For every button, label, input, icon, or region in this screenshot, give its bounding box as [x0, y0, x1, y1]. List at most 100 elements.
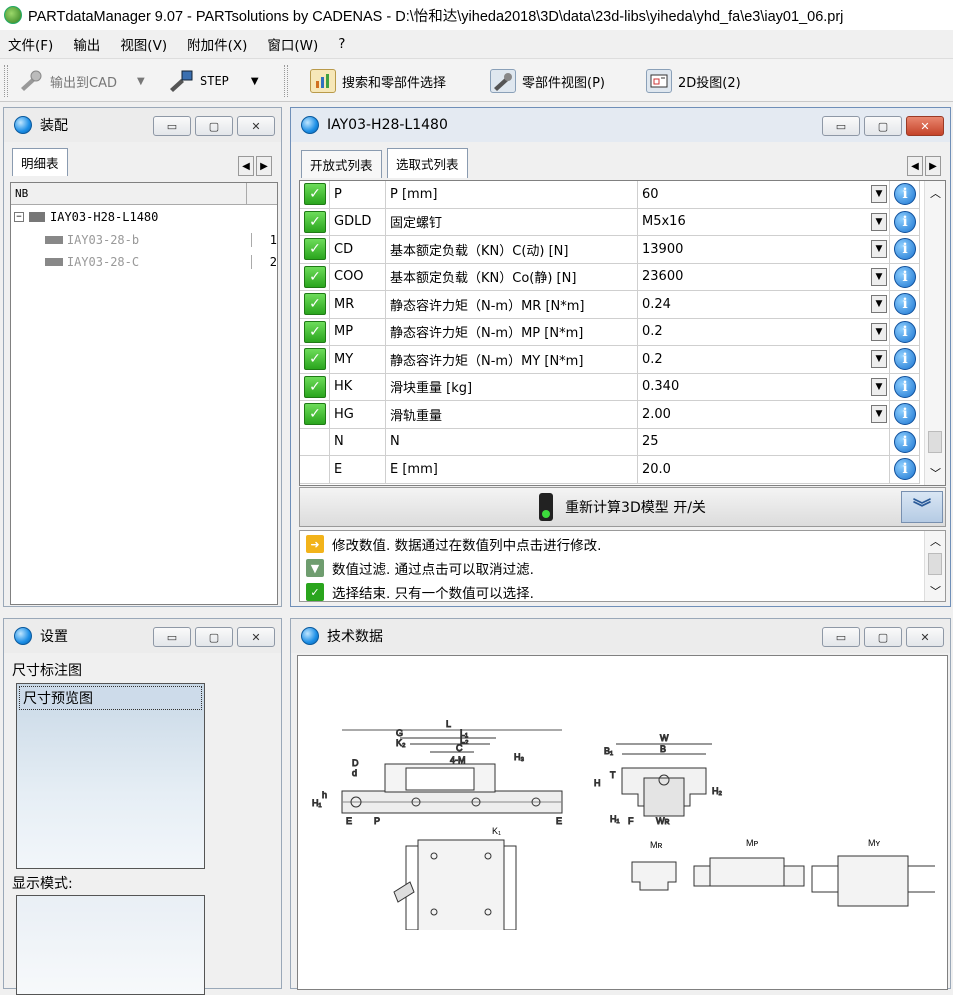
- minimize-button[interactable]: ▭: [822, 627, 860, 647]
- check-icon[interactable]: ✓: [304, 293, 326, 316]
- chevron-right-icon[interactable]: ▶: [925, 156, 941, 176]
- collapse-icon[interactable]: −: [14, 212, 24, 222]
- table-row[interactable]: ✓ MP 静态容许力矩（N-m）MP [N*m] 0.2 ▼ i: [300, 318, 920, 346]
- menu-addons[interactable]: 附加件(X): [187, 34, 247, 54]
- toolbar-grip[interactable]: [284, 65, 288, 97]
- maximize-button[interactable]: ▢: [864, 116, 902, 136]
- close-button[interactable]: ✕: [906, 627, 944, 647]
- param-value[interactable]: 60 ▼: [638, 181, 890, 208]
- info-icon[interactable]: i: [894, 430, 916, 453]
- chevron-down-icon[interactable]: ▼: [871, 185, 887, 204]
- param-value[interactable]: 2.00 ▼: [638, 401, 890, 428]
- chevron-down-icon[interactable]: ▼: [871, 295, 887, 314]
- info-icon[interactable]: i: [894, 403, 916, 426]
- param-value[interactable]: 0.2 ▼: [638, 318, 890, 345]
- info-icon[interactable]: i: [894, 265, 916, 288]
- info-icon[interactable]: i: [894, 458, 916, 481]
- table-scrollbar[interactable]: ︿ ﹀: [924, 181, 945, 485]
- chevron-down-icon[interactable]: ﹀: [930, 465, 941, 481]
- menu-file[interactable]: 文件(F): [8, 34, 53, 54]
- chevron-left-icon[interactable]: ◀: [907, 156, 923, 176]
- chevron-down-icon[interactable]: ▼: [871, 322, 887, 341]
- toolbar-grip[interactable]: [4, 65, 8, 97]
- tree-child-row[interactable]: IAY03-28-C 2: [11, 251, 277, 273]
- chevron-down-icon[interactable]: ▼: [871, 377, 887, 396]
- param-value[interactable]: 23600 ▼: [638, 263, 890, 290]
- param-value[interactable]: 0.2 ▼: [638, 346, 890, 373]
- chevron-down-icon[interactable]: ▼: [137, 76, 145, 87]
- menu-output[interactable]: 输出: [73, 34, 100, 54]
- close-button[interactable]: ✕: [237, 627, 275, 647]
- tab-open-list[interactable]: 开放式列表: [301, 150, 382, 178]
- menu-view[interactable]: 视图(V): [120, 34, 167, 54]
- table-row[interactable]: ✓ HK 滑块重量 [kg] 0.340 ▼ i: [300, 373, 920, 401]
- check-icon[interactable]: ✓: [304, 183, 326, 206]
- info-icon[interactable]: i: [894, 210, 916, 233]
- part-view-button[interactable]: 零部件视图(P): [490, 65, 605, 97]
- info-icon[interactable]: i: [894, 293, 916, 316]
- table-row[interactable]: ✓ P P [mm] 60 ▼ i: [300, 181, 920, 209]
- check-icon[interactable]: ✓: [304, 403, 326, 426]
- param-value[interactable]: M5x16 ▼: [638, 208, 890, 235]
- info-icon[interactable]: i: [894, 375, 916, 398]
- info-icon[interactable]: i: [894, 348, 916, 371]
- recalc-toggle[interactable]: 重新计算3D模型 开/关 ︾: [299, 487, 946, 527]
- tree-child-row[interactable]: IAY03-28-b 1: [11, 229, 277, 251]
- check-icon[interactable]: ✓: [304, 238, 326, 261]
- table-row[interactable]: E E [mm] 20.0 i: [300, 456, 920, 484]
- menu-window[interactable]: 窗口(W): [267, 34, 318, 54]
- chevron-down-icon[interactable]: ▼: [871, 212, 887, 231]
- chevron-down-icon[interactable]: ﹀: [930, 583, 941, 599]
- view-2d-button[interactable]: 2D投图(2): [646, 65, 741, 97]
- check-icon[interactable]: ✓: [304, 348, 326, 371]
- chevron-down-icon[interactable]: ▼: [871, 405, 887, 424]
- tab-scroll[interactable]: ◀ ▶: [238, 156, 272, 176]
- check-icon[interactable]: ✓: [304, 265, 326, 288]
- minimize-button[interactable]: ▭: [153, 627, 191, 647]
- table-row[interactable]: ✓ COO 基本额定负载（KN）Co(静) [N] 23600 ▼ i: [300, 263, 920, 291]
- scroll-thumb[interactable]: [928, 431, 942, 453]
- check-icon[interactable]: ✓: [304, 320, 326, 343]
- param-value[interactable]: 25: [638, 428, 890, 455]
- export-cad-button[interactable]: 输出到CAD ▼: [18, 65, 145, 97]
- param-value[interactable]: 20.0: [638, 456, 890, 483]
- tab-scroll[interactable]: ◀ ▶: [907, 156, 941, 176]
- info-icon[interactable]: i: [894, 320, 916, 343]
- param-value[interactable]: 0.340 ▼: [638, 373, 890, 400]
- table-row[interactable]: ✓ GDLD 固定螺钉 M5x16 ▼ i: [300, 208, 920, 236]
- scroll-thumb[interactable]: [928, 553, 942, 575]
- tree-root-row[interactable]: − IAY03-H28-L1480: [11, 206, 277, 228]
- chevron-down-icon[interactable]: ▼: [251, 76, 259, 87]
- close-button[interactable]: ✕: [237, 116, 275, 136]
- table-row[interactable]: ✓ CD 基本额定负载（KN）C(动) [N] 13900 ▼ i: [300, 236, 920, 264]
- table-row[interactable]: ✓ HG 滑轨重量 2.00 ▼ i: [300, 401, 920, 429]
- display-mode-list[interactable]: [16, 895, 205, 995]
- minimize-button[interactable]: ▭: [153, 116, 191, 136]
- info-icon[interactable]: i: [894, 238, 916, 261]
- message-scrollbar[interactable]: ︿ ﹀: [924, 531, 945, 601]
- chevron-down-icon[interactable]: ▼: [871, 267, 887, 286]
- check-icon[interactable]: ✓: [304, 375, 326, 398]
- close-button[interactable]: ✕: [906, 116, 944, 136]
- param-value[interactable]: 0.24 ▼: [638, 291, 890, 318]
- minimize-button[interactable]: ▭: [822, 116, 860, 136]
- chevron-right-icon[interactable]: ▶: [256, 156, 272, 176]
- table-row[interactable]: N N 25 i: [300, 428, 920, 456]
- check-icon[interactable]: ✓: [304, 210, 326, 233]
- search-parts-button[interactable]: 搜索和零部件选择: [310, 65, 446, 97]
- tab-select-list[interactable]: 选取式列表: [387, 148, 468, 178]
- chevron-down-icon[interactable]: ▼: [871, 240, 887, 259]
- info-icon[interactable]: i: [894, 183, 916, 206]
- chevron-up-icon[interactable]: ︿: [930, 533, 941, 549]
- maximize-button[interactable]: ▢: [195, 627, 233, 647]
- param-value[interactable]: 13900 ▼: [638, 236, 890, 263]
- maximize-button[interactable]: ▢: [864, 627, 902, 647]
- table-row[interactable]: ✓ MR 静态容许力矩（N-m）MR [N*m] 0.24 ▼ i: [300, 291, 920, 319]
- chevron-left-icon[interactable]: ◀: [238, 156, 254, 176]
- dimension-list[interactable]: 尺寸预览图: [16, 683, 205, 869]
- tab-bom[interactable]: 明细表: [12, 148, 68, 176]
- chevron-down-icon[interactable]: ▼: [871, 350, 887, 369]
- menu-help[interactable]: ?: [338, 36, 345, 52]
- chevron-up-icon[interactable]: ︿: [930, 185, 941, 201]
- step-format-button[interactable]: STEP ▼: [168, 65, 259, 97]
